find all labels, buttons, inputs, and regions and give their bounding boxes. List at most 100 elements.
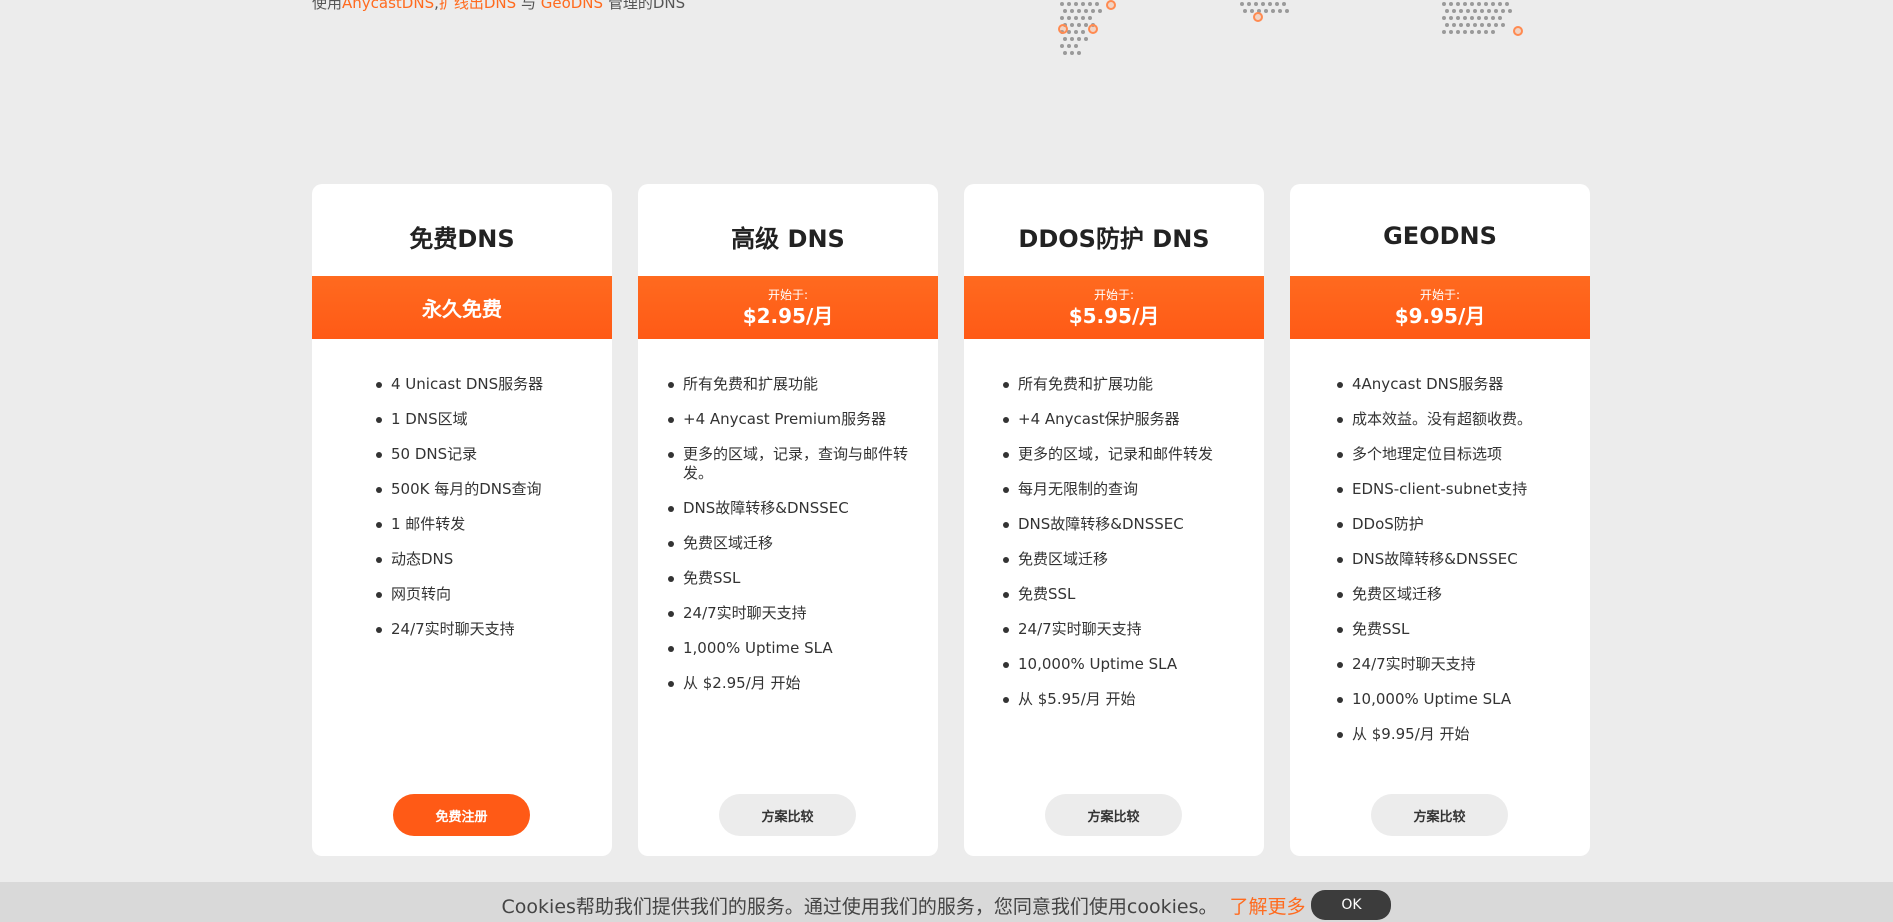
feature-item: 成本效益。没有超额收费。: [1290, 410, 1590, 429]
map-dot: [1466, 23, 1470, 27]
price-from-label: 开始于:: [767, 287, 809, 302]
map-dot: [1459, 9, 1463, 13]
map-dot: [1463, 2, 1467, 6]
map-dot: [1491, 16, 1495, 20]
compare-plans-button[interactable]: 方案比较: [1045, 794, 1182, 836]
price-band: 开始于: $5.95/月: [964, 276, 1264, 339]
geodns-link[interactable]: GeoDNS: [541, 0, 603, 12]
feature-item: 多个地理定位目标选项: [1290, 445, 1590, 464]
map-dot: [1088, 16, 1092, 20]
secondary-dns-link[interactable]: 扩线出DNS: [439, 0, 516, 12]
map-dot: [1264, 9, 1268, 13]
feature-item: 从 $5.95/月 开始: [964, 690, 1264, 709]
feature-list: 所有免费和扩展功能 +4 Anycast保护服务器 更多的区域，记录和邮件转发 …: [964, 339, 1264, 709]
feature-item: 从 $2.95/月 开始: [638, 674, 938, 693]
map-dot: [1463, 16, 1467, 20]
compare-plans-button[interactable]: 方案比较: [1371, 794, 1508, 836]
price-band: 永久免费: [312, 276, 612, 339]
feature-item: DNS故障转移&DNSSEC: [964, 515, 1264, 534]
map-dot: [1077, 51, 1081, 55]
world-map-graphic: [1050, 0, 1590, 80]
feature-item: 24/7实时聊天支持: [638, 604, 938, 623]
feature-item: DNS故障转移&DNSSEC: [638, 499, 938, 518]
map-pin-icon: [1058, 24, 1068, 34]
feature-item: EDNS-client-subnet支持: [1290, 480, 1590, 499]
plan-title: GEODNS: [1383, 222, 1497, 250]
map-pin-icon: [1253, 12, 1263, 22]
map-dot: [1254, 2, 1258, 6]
map-dot: [1095, 2, 1099, 6]
map-dot: [1456, 30, 1460, 34]
map-dot: [1508, 9, 1512, 13]
price-label: 永久免费: [422, 297, 502, 321]
map-dot: [1067, 16, 1071, 20]
map-dot: [1063, 51, 1067, 55]
map-pin-icon: [1106, 0, 1116, 10]
map-dot: [1491, 30, 1495, 34]
map-dot: [1074, 2, 1078, 6]
feature-list: 所有免费和扩展功能 +4 Anycast Premium服务器 更多的区域，记录…: [638, 339, 938, 693]
map-dot: [1466, 9, 1470, 13]
map-dot: [1063, 9, 1067, 13]
feature-item: 网页转向: [312, 585, 612, 604]
feature-item: +4 Anycast保护服务器: [964, 410, 1264, 429]
map-dot: [1070, 9, 1074, 13]
compare-plans-button[interactable]: 方案比较: [719, 794, 856, 836]
plan-card-free: 免费DNS 永久免费 4 Unicast DNS服务器 1 DNS区域 50 D…: [312, 184, 612, 856]
map-dot: [1275, 2, 1279, 6]
price-from-label: 开始于:: [1093, 287, 1135, 302]
map-dot: [1473, 23, 1477, 27]
map-dot: [1449, 2, 1453, 6]
feature-item: 所有免费和扩展功能: [964, 375, 1264, 394]
map-dot: [1470, 2, 1474, 6]
map-dot: [1452, 9, 1456, 13]
feature-item: 免费SSL: [638, 569, 938, 588]
map-dot: [1456, 16, 1460, 20]
price-value: $5.95/月: [1068, 303, 1160, 328]
map-dot: [1445, 9, 1449, 13]
feature-item: 免费区域迁移: [638, 534, 938, 553]
map-dot: [1442, 16, 1446, 20]
feature-item: 24/7实时聊天支持: [312, 620, 612, 639]
feature-item: 50 DNS记录: [312, 445, 612, 464]
free-signup-button[interactable]: 免费注册: [393, 794, 530, 836]
map-dot: [1487, 9, 1491, 13]
map-dot: [1470, 30, 1474, 34]
map-dot: [1484, 30, 1488, 34]
feature-item: 从 $9.95/月 开始: [1290, 725, 1590, 744]
map-dot: [1498, 2, 1502, 6]
map-dot: [1487, 23, 1491, 27]
feature-item: DNS故障转移&DNSSEC: [1290, 550, 1590, 569]
map-dot: [1477, 16, 1481, 20]
map-dot: [1240, 2, 1244, 6]
feature-list: 4Anycast DNS服务器 成本效益。没有超额收费。 多个地理定位目标选项 …: [1290, 339, 1590, 744]
map-dot: [1449, 30, 1453, 34]
anycast-dns-link[interactable]: AnycastDNS: [342, 0, 434, 12]
map-dot: [1091, 9, 1095, 13]
map-dot: [1074, 16, 1078, 20]
feature-item: 4 Unicast DNS服务器: [312, 375, 612, 394]
learn-more-link[interactable]: 了解更多: [1229, 892, 1305, 919]
map-pin-icon: [1088, 24, 1098, 34]
feature-item: 所有免费和扩展功能: [638, 375, 938, 394]
cookie-ok-button[interactable]: OK: [1311, 890, 1392, 920]
plan-card-ddos: DDOS防护 DNS 开始于: $5.95/月 所有免费和扩展功能 +4 Any…: [964, 184, 1264, 856]
hero-suffix: 管理的DNS: [603, 0, 686, 12]
map-dot: [1484, 16, 1488, 20]
map-dot: [1505, 2, 1509, 6]
map-dot: [1501, 23, 1505, 27]
pricing-cards: 免费DNS 永久免费 4 Unicast DNS服务器 1 DNS区域 50 D…: [312, 184, 1590, 856]
map-dot: [1060, 16, 1064, 20]
feature-item: 免费区域迁移: [964, 550, 1264, 569]
map-pin-icon: [1513, 26, 1523, 36]
map-dot: [1442, 30, 1446, 34]
map-dot: [1077, 37, 1081, 41]
map-dot: [1077, 23, 1081, 27]
map-dot: [1484, 2, 1488, 6]
map-dot: [1268, 2, 1272, 6]
feature-item: 免费SSL: [964, 585, 1264, 604]
map-dot: [1070, 51, 1074, 55]
map-dot: [1084, 9, 1088, 13]
map-dot: [1081, 16, 1085, 20]
map-dot: [1063, 37, 1067, 41]
